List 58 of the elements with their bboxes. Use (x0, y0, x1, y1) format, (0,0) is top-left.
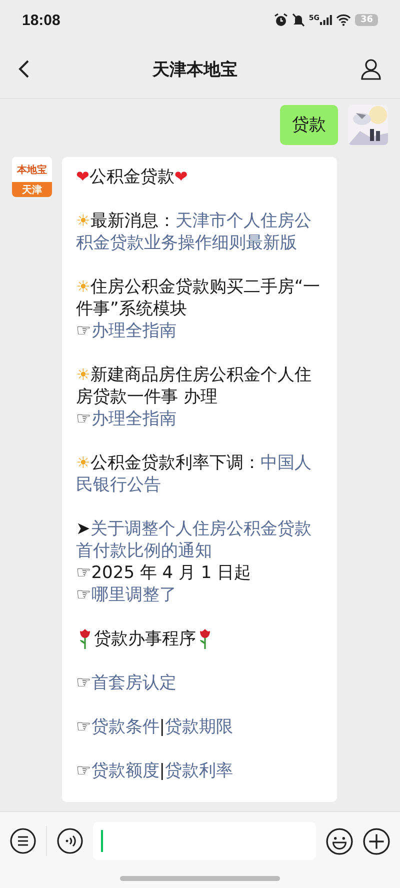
message-text: 房贷款一件事 办理 (76, 386, 218, 408)
sent-message: 贷款 (280, 105, 338, 145)
alarm-icon (274, 13, 288, 27)
message-text: 住房公积金贷款购买二手房“一 (90, 276, 320, 298)
message-text: 件事”系统模块 (76, 298, 187, 320)
message-link[interactable]: 天津市个人住房公 (175, 210, 312, 232)
flower-icon (198, 629, 212, 649)
message-link[interactable]: 哪里调整了 (91, 584, 176, 606)
message-text: 公积金贷款 (89, 166, 174, 188)
message-link[interactable]: 关于调整个人住房公积金贷款 (90, 518, 312, 540)
message-text: | (159, 760, 165, 782)
back-icon[interactable] (18, 59, 30, 79)
signal-icon (320, 15, 332, 25)
message-text: ☞ (76, 408, 92, 430)
message-link[interactable]: 中国人 (260, 452, 312, 474)
message-text: ☞ (76, 716, 92, 738)
status-time: 18:08 (22, 12, 60, 28)
message-link[interactable]: 民银行公告 (76, 474, 161, 496)
message-input[interactable] (93, 822, 316, 860)
menu-icon[interactable] (10, 828, 36, 854)
message-text: 公积金贷款利率下调： (90, 452, 260, 474)
message-link[interactable]: 办理全指南 (91, 320, 176, 342)
voice-icon[interactable] (57, 828, 83, 854)
plus-icon[interactable] (363, 828, 390, 854)
emoji: ☀ (76, 452, 90, 474)
muted-bell-icon (292, 13, 305, 27)
message-text: ☞ (76, 760, 92, 782)
message-link[interactable]: 贷款条件 (91, 716, 160, 738)
emoji: ❤ (174, 166, 188, 188)
emoji-icon[interactable] (326, 828, 353, 854)
message-link[interactable]: 首付款比例的通知 (76, 540, 212, 562)
account-avatar[interactable]: 本地宝 天津 (12, 157, 52, 197)
emoji: ☀ (76, 364, 90, 386)
message-text: 最新消息： (90, 210, 176, 232)
person-icon[interactable] (360, 58, 382, 80)
emoji: ☀ (76, 276, 90, 298)
message-text: ☞2025 年 4 月 1 日起 (76, 562, 252, 584)
message-text: ☞ (76, 320, 92, 342)
message-text: | (159, 716, 165, 738)
emoji: ❤ (76, 166, 90, 188)
emoji: ☀ (76, 210, 90, 232)
message-text: ☞ (76, 672, 92, 694)
message-link[interactable]: 贷款期限 (164, 716, 233, 738)
avatar-brand: 本地宝 (12, 157, 52, 182)
message-text: ☞ (76, 584, 92, 606)
message-text: 新建商品房住房公积金个人住 (90, 364, 312, 386)
flower-icon (78, 629, 92, 649)
message-link[interactable]: 贷款利率 (164, 760, 233, 782)
message-link[interactable]: 首套房认定 (91, 672, 176, 694)
wifi-icon (336, 14, 352, 26)
message-link[interactable]: 贷款额度 (91, 760, 160, 782)
message-link[interactable]: 办理全指南 (91, 408, 176, 430)
message-link[interactable]: 积金贷款业务操作细则最新版 (76, 232, 297, 254)
avatar-city: 天津 (12, 182, 52, 197)
battery-level: 36 (355, 14, 378, 26)
message-text: 贷款办事程序 (94, 628, 196, 650)
chat-title: 天津本地宝 (152, 58, 238, 80)
message-text: ➤ (76, 518, 90, 540)
